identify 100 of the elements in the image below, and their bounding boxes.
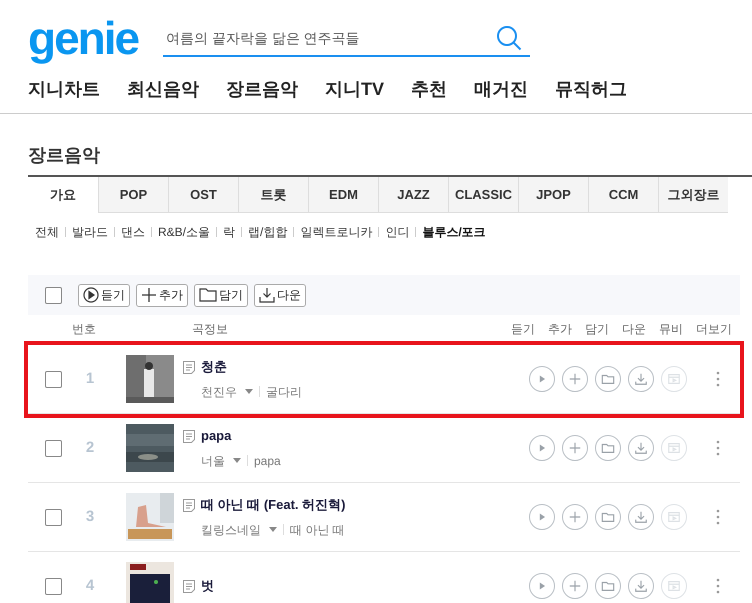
column-header: 더보기: [696, 321, 732, 338]
genre-tab[interactable]: JPOP: [518, 177, 588, 213]
caret-icon[interactable]: [269, 527, 277, 532]
add-button[interactable]: [562, 504, 588, 530]
artist-link[interactable]: 너울: [201, 452, 225, 470]
video-icon: [667, 510, 681, 524]
more-icon[interactable]: [716, 509, 720, 525]
nav-link[interactable]: 뮤직허그: [555, 76, 628, 103]
row-checkbox[interactable]: [45, 440, 62, 456]
plus-icon: [141, 287, 157, 303]
genre-tab[interactable]: CCM: [588, 177, 658, 213]
download-button[interactable]: [628, 573, 654, 599]
video-icon: [667, 579, 681, 593]
more-icon[interactable]: [716, 371, 720, 387]
music-video-button[interactable]: [661, 573, 687, 599]
folder-button[interactable]: [595, 435, 621, 461]
nav-link[interactable]: 최신음악: [127, 76, 199, 103]
artist-link[interactable]: 킬링스네일: [201, 520, 261, 539]
folder-icon: [601, 579, 615, 593]
subgenre-link[interactable]: 랩/힙합: [248, 223, 288, 241]
row-checkbox[interactable]: [45, 370, 62, 388]
nav-link[interactable]: 지니TV: [325, 76, 384, 103]
subgenre-link[interactable]: 락: [223, 223, 236, 241]
caret-icon[interactable]: [233, 458, 241, 464]
download-button[interactable]: [628, 504, 654, 530]
more-icon[interactable]: [716, 578, 720, 594]
subgenre-link[interactable]: 블루스/포크: [422, 223, 486, 241]
nav-link[interactable]: 추천: [411, 76, 448, 103]
play-icon: [83, 287, 99, 303]
download-icon: [634, 510, 648, 524]
song-title[interactable]: papa: [201, 426, 232, 446]
plus-icon: [568, 441, 582, 455]
rank-number: 2: [84, 438, 96, 458]
genre-tab[interactable]: CLASSIC: [448, 177, 518, 213]
play-button[interactable]: [529, 435, 555, 461]
subgenre-link[interactable]: 인디: [385, 223, 410, 241]
plus-icon: [568, 372, 582, 386]
folder-button[interactable]: [595, 504, 621, 530]
album-link[interactable]: 때 아닌 때: [290, 520, 345, 539]
plus-icon: [568, 579, 582, 593]
select-all-checkbox[interactable]: [45, 286, 62, 304]
nav-link[interactable]: 지니차트: [28, 76, 100, 103]
genre-tab[interactable]: 그외장르: [658, 177, 728, 213]
subgenre-link[interactable]: 발라드: [72, 223, 108, 241]
song-title[interactable]: 때 아닌 때 (Feat. 허진혁): [201, 495, 346, 515]
section-title: 장르음악: [28, 144, 101, 167]
music-video-button[interactable]: [661, 366, 687, 392]
row-checkbox[interactable]: [45, 508, 62, 526]
download-icon: [634, 372, 648, 386]
column-header: 다운: [622, 321, 646, 338]
music-video-button[interactable]: [661, 435, 687, 461]
nav-link[interactable]: 매거진: [474, 76, 528, 103]
subgenre-link[interactable]: R&B/소울: [158, 223, 210, 241]
album-link[interactable]: papa: [254, 452, 281, 470]
music-video-button[interactable]: [661, 504, 687, 530]
genre-tab[interactable]: OST: [168, 177, 238, 213]
play-button[interactable]: [529, 366, 555, 392]
caret-icon[interactable]: [245, 389, 253, 394]
download-button[interactable]: [628, 366, 654, 392]
video-icon: [667, 441, 681, 455]
nav-link[interactable]: 장르음악: [226, 76, 298, 103]
lyrics-icon[interactable]: [182, 428, 196, 444]
lyrics-icon[interactable]: [182, 578, 196, 594]
download-icon: [634, 441, 648, 455]
video-icon: [667, 372, 681, 386]
search-field[interactable]: 여름의 끝자락을 닮은 연주곡들: [163, 21, 530, 57]
song-title[interactable]: 청춘: [201, 357, 227, 377]
play-button[interactable]: [529, 573, 555, 599]
rank-number: 3: [84, 506, 96, 527]
folder-button[interactable]: [595, 366, 621, 392]
add-button[interactable]: [562, 435, 588, 461]
subgenre-link[interactable]: 일렉트로니카: [300, 223, 372, 241]
genre-tab[interactable]: POP: [98, 177, 168, 213]
toolbar-button[interactable]: 듣기: [78, 284, 130, 306]
column-header: 추가: [548, 321, 572, 338]
row-checkbox[interactable]: [45, 578, 62, 594]
add-button[interactable]: [562, 573, 588, 599]
subgenre-link[interactable]: 댄스: [121, 223, 145, 241]
toolbar-button[interactable]: 담기: [194, 284, 248, 306]
album-link[interactable]: 굴다리: [266, 382, 302, 401]
column-header: 곡정보: [192, 321, 229, 338]
folder-button[interactable]: [595, 573, 621, 599]
subgenre-link[interactable]: 전체: [35, 223, 59, 241]
song-title[interactable]: 벗: [201, 576, 214, 596]
genre-tab[interactable]: 트롯: [238, 177, 308, 213]
toolbar-button[interactable]: 다운: [254, 284, 306, 306]
play-button[interactable]: [529, 504, 555, 530]
column-header: 담기: [585, 321, 609, 338]
folder-icon: [601, 372, 615, 386]
download-button[interactable]: [628, 435, 654, 461]
genre-tab[interactable]: JAZZ: [378, 177, 448, 213]
plus-icon: [568, 510, 582, 524]
search-icon[interactable]: [496, 25, 522, 51]
artist-link[interactable]: 천진우: [201, 382, 237, 401]
lyrics-icon[interactable]: [182, 360, 196, 374]
add-button[interactable]: [562, 366, 588, 392]
lyrics-icon[interactable]: [182, 498, 196, 512]
more-icon[interactable]: [716, 440, 720, 456]
toolbar-button[interactable]: 추가: [136, 284, 188, 306]
genre-tab[interactable]: EDM: [308, 177, 378, 213]
